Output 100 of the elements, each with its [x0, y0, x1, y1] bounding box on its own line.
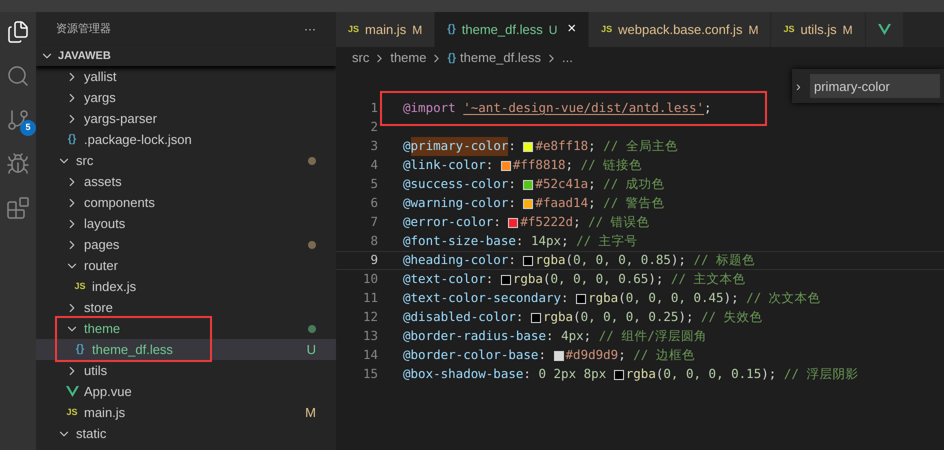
- code-variable: @text-color: [403, 270, 486, 288]
- tree-item[interactable]: yallist: [36, 66, 336, 87]
- line-number: 1: [369, 99, 378, 118]
- line-number: 2: [369, 118, 378, 136]
- code-number: 4px: [561, 327, 584, 346]
- breadcrumb-item[interactable]: ...: [562, 48, 573, 68]
- braces-icon: {}: [68, 134, 76, 145]
- find-field[interactable]: primary-color: [810, 74, 940, 98]
- code-variable: @border-radius-base: [403, 327, 546, 346]
- code-punctuation: (: [573, 308, 581, 326]
- color-swatch[interactable]: [500, 274, 511, 284]
- code-punctuation: ;: [566, 156, 574, 174]
- code-punctuation: ;: [588, 137, 597, 156]
- tree-item[interactable]: yargs: [36, 87, 336, 108]
- code-punctuation: ;: [588, 175, 597, 194]
- breadcrumb-item[interactable]: theme: [390, 48, 426, 68]
- tree-item[interactable]: src: [36, 150, 336, 171]
- color-swatch[interactable]: [523, 198, 534, 208]
- files-icon[interactable]: [6, 20, 30, 44]
- color-swatch[interactable]: [530, 312, 541, 322]
- debug-icon[interactable]: [6, 152, 30, 176]
- tree-item[interactable]: JS main.js M: [36, 402, 336, 423]
- close-button[interactable]: ×: [567, 18, 576, 41]
- breadcrumb-item[interactable]: theme_df.less: [460, 48, 541, 68]
- file-name: yargs-parser: [84, 110, 157, 128]
- search-icon[interactable]: [6, 64, 30, 88]
- color-swatch[interactable]: [508, 218, 518, 228]
- code-comment: // 主文本色: [670, 270, 746, 288]
- tree-item[interactable]: router: [36, 255, 336, 276]
- breadcrumb-item[interactable]: src: [352, 48, 370, 68]
- code-value: #e8ff18: [535, 137, 588, 156]
- code-punctuation: :: [516, 308, 524, 326]
- code-value: #faad14: [535, 194, 588, 212]
- color-swatch[interactable]: [523, 142, 534, 152]
- code-comment: // 浮层阴影: [784, 365, 858, 384]
- code-comment: // 链接色: [580, 156, 642, 174]
- tree-item[interactable]: App.vue: [36, 381, 336, 402]
- color-swatch[interactable]: [614, 370, 624, 380]
- tree-item[interactable]: yargs-parser: [36, 108, 336, 129]
- file-name: theme: [84, 320, 120, 338]
- editor-tab[interactable]: {} theme_df.less U ×: [435, 12, 590, 47]
- code-function: rgba: [626, 365, 656, 384]
- tree-item[interactable]: utils: [36, 360, 336, 381]
- code-function: rgba: [535, 251, 566, 270]
- color-swatch[interactable]: [554, 350, 564, 360]
- tree-item[interactable]: store: [36, 297, 336, 318]
- code-number: 0, 0, 0, 0.85: [573, 251, 671, 270]
- code-number: 0, 0, 0, 0.15: [663, 365, 762, 384]
- code-variable: @link-color: [403, 156, 486, 174]
- code-number: 14px: [530, 232, 562, 250]
- tree-item[interactable]: components: [36, 192, 336, 213]
- editor-tab[interactable]: JS utils.js M: [771, 12, 866, 47]
- file-name: App.vue: [84, 382, 132, 401]
- code-variable: @text-color-secondary: [403, 289, 562, 308]
- count-badge: 5: [20, 120, 36, 136]
- code-punctuation: :: [486, 156, 494, 174]
- line-number: 8: [369, 232, 378, 250]
- tree-item[interactable]: {} .package-lock.json: [36, 129, 336, 150]
- toggle-replace[interactable]: ›: [796, 76, 806, 96]
- file-name: router: [84, 256, 118, 275]
- line-number: 7: [369, 213, 378, 232]
- braces-icon: {}: [76, 344, 84, 355]
- source-control-icon[interactable]: [6, 108, 30, 132]
- line-number: 9: [369, 251, 378, 270]
- code-punctuation: :: [508, 175, 517, 194]
- code-punctuation: :: [508, 251, 517, 270]
- editor-tab[interactable]: [866, 12, 904, 47]
- more-actions[interactable]: ···: [304, 20, 316, 38]
- extensions-icon[interactable]: [6, 196, 30, 220]
- tree-item[interactable]: {} theme_df.less U: [36, 339, 336, 360]
- editor-tab[interactable]: JS webpack.base.conf.js M: [589, 12, 772, 47]
- tree-item[interactable]: static: [36, 423, 336, 444]
- line-number: 12: [362, 308, 378, 326]
- git-status: U: [306, 340, 316, 359]
- code-variable: @border-color-base: [403, 346, 538, 364]
- color-swatch[interactable]: [500, 160, 511, 170]
- code-punctuation: );: [678, 308, 694, 326]
- tree-item[interactable]: layouts: [36, 213, 336, 234]
- line-number: 14: [362, 346, 378, 364]
- color-swatch[interactable]: [523, 180, 534, 190]
- code-punctuation: );: [724, 289, 740, 308]
- tree-item[interactable]: pages: [36, 234, 336, 255]
- file-name: theme_df.less: [92, 340, 173, 359]
- git-status: M: [305, 404, 316, 422]
- color-swatch[interactable]: [576, 294, 586, 304]
- code-value: #52c41a: [535, 175, 588, 194]
- file-name: yallist: [84, 68, 117, 86]
- code-variable: @font-size-base: [403, 232, 516, 250]
- file-name: src: [76, 152, 94, 170]
- code-function: rgba: [542, 308, 574, 326]
- braces-icon: {}: [447, 24, 456, 35]
- section-header[interactable]: JAVAWEB: [36, 46, 336, 66]
- code-punctuation: :: [508, 194, 517, 212]
- tree-item[interactable]: JS index.js: [36, 276, 336, 297]
- editor-tab[interactable]: JS main.js M: [336, 12, 436, 47]
- tree-item[interactable]: assets: [36, 171, 336, 192]
- code-number: 0, 0, 0, 0.65: [550, 270, 648, 288]
- tree-item[interactable]: theme: [36, 318, 336, 339]
- color-swatch[interactable]: [523, 256, 534, 266]
- file-name: layouts: [84, 214, 126, 233]
